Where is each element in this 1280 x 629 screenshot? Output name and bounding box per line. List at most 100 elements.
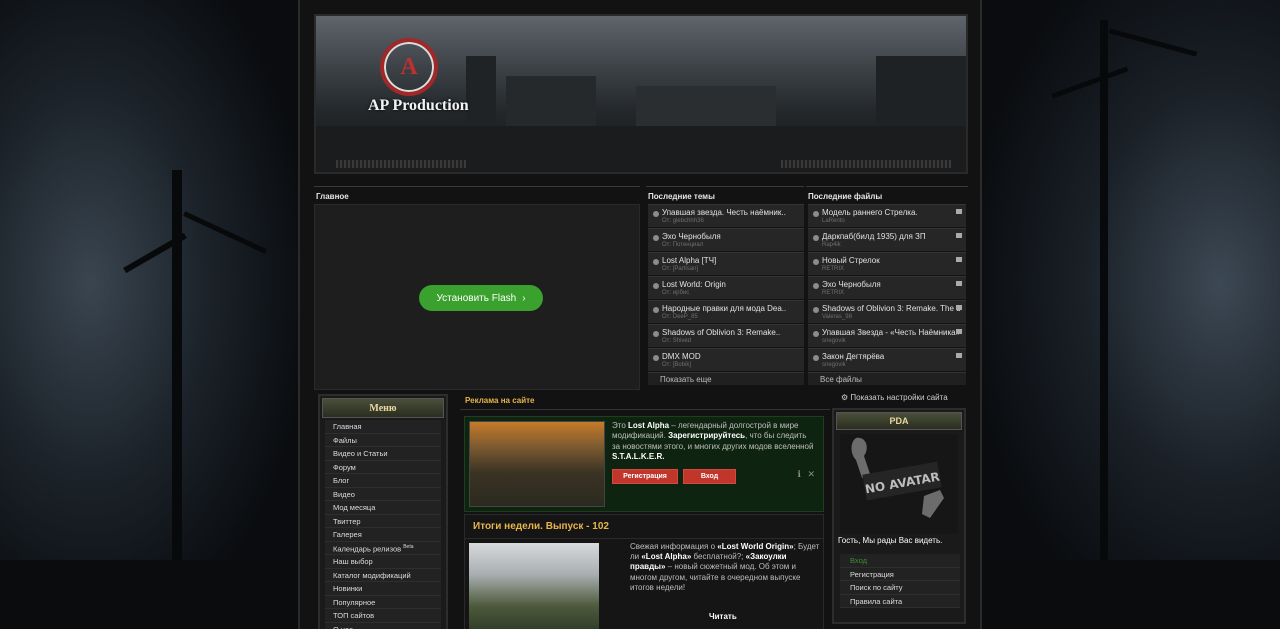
menu-item-label: Каталог модификаций <box>333 570 411 580</box>
file-item[interactable]: Новый Стрелок RETRIX <box>808 252 966 275</box>
menu-item[interactable]: Новинки <box>325 582 441 596</box>
bullet-icon <box>653 307 659 313</box>
menu-item[interactable]: ТОП сайтов <box>325 609 441 623</box>
bullet-icon <box>813 331 819 337</box>
menu-item[interactable]: Твиттер <box>325 514 441 528</box>
column-head-main: Главное <box>314 186 640 204</box>
promo-image[interactable] <box>469 421 605 507</box>
promo-text-bold: Зарегистрируйтесь <box>668 431 746 441</box>
menu-item-label: Популярное <box>333 597 376 607</box>
news-text-part: бесплатной?; <box>691 552 746 562</box>
show-more-topics-link[interactable]: Показать еще <box>648 372 804 385</box>
item-author: LaRento <box>822 218 845 224</box>
menu-item[interactable]: О нас <box>325 622 441 629</box>
left-menu-panel: Меню Главная Файлы Видео и Статьи Форум Блог… <box>318 394 448 629</box>
all-files-link[interactable]: Все файлы <box>808 372 966 385</box>
item-author: От: DeeP_85 <box>662 314 698 320</box>
bullet-icon <box>653 235 659 241</box>
read-more-link[interactable]: Читать <box>709 612 737 621</box>
menu-item[interactable]: Видео <box>325 487 441 501</box>
bullet-icon <box>653 355 659 361</box>
file-item[interactable]: Даркпаб(билд 1935) для ЗП Rap4ik <box>808 228 966 251</box>
item-author: От: [Bobik] <box>662 362 692 368</box>
register-button[interactable]: Регистрация <box>612 469 678 484</box>
topic-item[interactable]: Lost Alpha [ТЧ] От: [Partisan] <box>648 252 804 275</box>
pda-links: Вход Регистрация Поиск по сайту Правила сай… <box>840 554 960 608</box>
menu-item-label: Календарь релизов <box>333 544 402 553</box>
latest-topics-list: Упавшая звезда. Честь наёмник.. От: glebc… <box>648 204 804 385</box>
menu-item-label: Новинки <box>333 584 363 593</box>
menu-item[interactable]: Популярное <box>325 595 441 609</box>
menu-item-label: Блог <box>333 476 350 485</box>
menu-item-label: Наш выбор <box>333 557 373 566</box>
bullet-icon <box>813 307 819 313</box>
menu-item-label: Мод месяца <box>333 503 376 512</box>
item-title: Закон Дегтярёва <box>822 352 885 361</box>
menu-item[interactable]: Наш выбор <box>325 555 441 569</box>
close-icon[interactable]: ✕ <box>807 469 815 479</box>
menu-item[interactable]: Мод месяца <box>325 501 441 515</box>
bullet-icon <box>653 211 659 217</box>
file-item[interactable]: Модель раннего Стрелка. LaRento <box>808 204 966 227</box>
topic-item[interactable]: Lost World: Origin От: ирбис <box>648 276 804 299</box>
menu-item[interactable]: Блог <box>325 474 441 488</box>
promo-text: Это Lost Alpha – легендарный долгострой … <box>612 421 816 463</box>
pda-link[interactable]: Правила сайта <box>840 594 960 608</box>
item-title: DMX MOD <box>662 352 701 361</box>
menu-item[interactable]: Видео и Статьи <box>325 447 441 461</box>
beta-badge: Beta <box>403 543 414 550</box>
menu-title: Меню <box>322 398 444 418</box>
menu-item[interactable]: Галерея <box>325 528 441 542</box>
gear-icon: ⚙ <box>841 393 849 402</box>
pda-link[interactable]: Поиск по сайту <box>840 581 960 595</box>
bullet-icon <box>653 331 659 337</box>
item-author: Rap4ik <box>822 242 841 248</box>
topic-item[interactable]: Упавшая звезда. Честь наёмник.. От: glebc… <box>648 204 804 227</box>
menu-item-label: Форум <box>333 462 356 472</box>
topic-item[interactable]: Shadows of Oblivion 3: Remake.. От: Shive… <box>648 324 804 347</box>
topic-item[interactable]: Народные правки для мода Dea.. От: DeeP_8… <box>648 300 804 323</box>
file-item[interactable]: Закон Дегтярёва snegovik <box>808 348 966 371</box>
topic-item[interactable]: Эхо Чернобыля От: Потенциал <box>648 228 804 251</box>
login-button[interactable]: Вход <box>683 469 736 484</box>
pda-link[interactable]: Регистрация <box>840 567 960 581</box>
promo-text-part: Это <box>612 421 628 430</box>
news-text: Свежая информация о «Lost World Origin»;… <box>630 542 820 593</box>
site-logo-icon[interactable]: A <box>380 38 438 96</box>
news-text-bold: «Lost World Origin» <box>717 542 794 551</box>
flag-icon <box>956 305 962 310</box>
pda-link[interactable]: Вход <box>840 554 960 568</box>
menu-item[interactable]: Форум <box>325 460 441 474</box>
menu-item[interactable]: Файлы <box>325 433 441 447</box>
menu-item-label: Видео и Статьи <box>333 449 388 458</box>
file-item[interactable]: Упавшая Звезда - «Честь Наёмника» snegovi… <box>808 324 966 347</box>
site-logo-text[interactable]: AP Production <box>368 97 469 115</box>
info-icon[interactable]: ℹ <box>798 469 801 479</box>
file-item[interactable]: Эхо Чернобыля RETRIX <box>808 276 966 299</box>
ground-silhouette <box>0 560 300 629</box>
item-title: Shadows of Oblivion 3: Remake.. <box>662 328 781 337</box>
center-column: Реклама на сайте Это Lost Alpha – легенд… <box>460 392 830 629</box>
item-author: RETRIX <box>822 290 845 296</box>
menu-item-label: ТОП сайтов <box>333 611 375 620</box>
news-title[interactable]: Итоги недели. Выпуск - 102 <box>465 515 823 539</box>
topic-item[interactable]: DMX MOD От: [Bobik] <box>648 348 804 371</box>
site-settings-link[interactable]: ⚙ Показать настройки сайта <box>841 393 948 402</box>
building-silhouette <box>636 86 776 126</box>
menu-item[interactable]: Каталог модификаций <box>325 568 441 582</box>
file-item[interactable]: Shadows of Oblivion 3: Remake. The d Vale… <box>808 300 966 323</box>
item-author: От: Потенциал <box>662 242 704 248</box>
flag-icon <box>956 329 962 334</box>
item-author: От: glebchhh36 <box>662 218 704 224</box>
item-title: Новый Стрелок <box>822 256 880 265</box>
menu-item-label: О нас <box>333 624 353 629</box>
item-author: От: Shived <box>662 338 692 344</box>
news-image[interactable] <box>469 543 599 629</box>
install-flash-button[interactable]: Установить Flash › <box>419 285 543 311</box>
column-head-topics: Последние темы <box>646 186 804 204</box>
bullet-icon <box>653 259 659 265</box>
bullet-icon <box>813 283 819 289</box>
top-content-row: Главное Последние темы Последние файлы У… <box>314 186 968 390</box>
menu-item[interactable]: Календарь релизов Beta <box>325 541 441 555</box>
menu-item[interactable]: Главная <box>325 420 441 434</box>
